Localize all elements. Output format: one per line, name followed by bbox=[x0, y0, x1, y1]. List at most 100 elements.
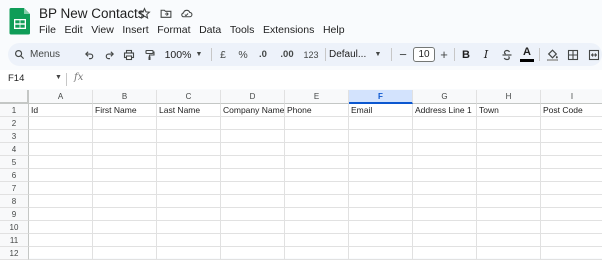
increase-font-size-button[interactable]: + bbox=[437, 43, 451, 66]
cell-d2[interactable] bbox=[221, 117, 285, 130]
cell-b4[interactable] bbox=[93, 143, 157, 156]
row-header-8[interactable]: 8 bbox=[0, 195, 29, 208]
cell-a5[interactable] bbox=[29, 156, 93, 169]
cell-b1[interactable]: First Name bbox=[93, 104, 157, 117]
cell-a11[interactable] bbox=[29, 234, 93, 247]
cell-f8[interactable] bbox=[349, 195, 413, 208]
row-header-10[interactable]: 10 bbox=[0, 221, 29, 234]
column-header-g[interactable]: G bbox=[413, 90, 477, 104]
star-icon[interactable] bbox=[137, 6, 152, 21]
cell-i12[interactable] bbox=[541, 247, 602, 260]
cell-c6[interactable] bbox=[157, 169, 221, 182]
cell-b9[interactable] bbox=[93, 208, 157, 221]
cell-c7[interactable] bbox=[157, 182, 221, 195]
cell-a10[interactable] bbox=[29, 221, 93, 234]
cell-g11[interactable] bbox=[413, 234, 477, 247]
cell-e4[interactable] bbox=[285, 143, 349, 156]
cell-d6[interactable] bbox=[221, 169, 285, 182]
fill-color-button[interactable] bbox=[544, 43, 560, 66]
menu-format[interactable]: Format bbox=[157, 24, 190, 36]
column-header-a[interactable]: A bbox=[29, 90, 93, 104]
cell-g8[interactable] bbox=[413, 195, 477, 208]
column-header-h[interactable]: H bbox=[477, 90, 541, 104]
cell-g12[interactable] bbox=[413, 247, 477, 260]
cell-f9[interactable] bbox=[349, 208, 413, 221]
paint-format-button[interactable] bbox=[142, 43, 158, 66]
menu-extensions[interactable]: Extensions bbox=[263, 24, 314, 36]
cell-b8[interactable] bbox=[93, 195, 157, 208]
cell-a4[interactable] bbox=[29, 143, 93, 156]
cell-e11[interactable] bbox=[285, 234, 349, 247]
cell-h11[interactable] bbox=[477, 234, 541, 247]
cell-e10[interactable] bbox=[285, 221, 349, 234]
search-menus-button[interactable]: Menus bbox=[14, 43, 74, 66]
merge-cells-button[interactable] bbox=[586, 43, 602, 66]
cell-d7[interactable] bbox=[221, 182, 285, 195]
cell-h4[interactable] bbox=[477, 143, 541, 156]
zoom-select[interactable]: 100% bbox=[164, 43, 192, 66]
cell-a3[interactable] bbox=[29, 130, 93, 143]
cell-a2[interactable] bbox=[29, 117, 93, 130]
print-button[interactable] bbox=[121, 43, 137, 66]
cell-a1[interactable]: Id bbox=[29, 104, 93, 117]
cell-i5[interactable] bbox=[541, 156, 602, 169]
cell-a7[interactable] bbox=[29, 182, 93, 195]
cell-c2[interactable] bbox=[157, 117, 221, 130]
column-header-c[interactable]: C bbox=[157, 90, 221, 104]
sheets-logo-icon[interactable] bbox=[9, 7, 31, 35]
cell-c9[interactable] bbox=[157, 208, 221, 221]
cell-a8[interactable] bbox=[29, 195, 93, 208]
cell-h1[interactable]: Town bbox=[477, 104, 541, 117]
cell-f11[interactable] bbox=[349, 234, 413, 247]
cell-g10[interactable] bbox=[413, 221, 477, 234]
formula-input[interactable] bbox=[92, 72, 592, 87]
cell-h6[interactable] bbox=[477, 169, 541, 182]
row-header-4[interactable]: 4 bbox=[0, 143, 29, 156]
cell-b10[interactable] bbox=[93, 221, 157, 234]
row-header-11[interactable]: 11 bbox=[0, 234, 29, 247]
column-header-e[interactable]: E bbox=[285, 90, 349, 104]
cell-g6[interactable] bbox=[413, 169, 477, 182]
cell-e3[interactable] bbox=[285, 130, 349, 143]
cell-a12[interactable] bbox=[29, 247, 93, 260]
cell-c4[interactable] bbox=[157, 143, 221, 156]
cell-d8[interactable] bbox=[221, 195, 285, 208]
cell-b5[interactable] bbox=[93, 156, 157, 169]
select-all-corner[interactable] bbox=[0, 90, 29, 104]
cell-b7[interactable] bbox=[93, 182, 157, 195]
cell-i4[interactable] bbox=[541, 143, 602, 156]
column-header-d[interactable]: D bbox=[221, 90, 285, 104]
column-header-f[interactable]: F bbox=[349, 90, 413, 104]
menu-tools[interactable]: Tools bbox=[230, 24, 255, 36]
cell-f6[interactable] bbox=[349, 169, 413, 182]
cell-e8[interactable] bbox=[285, 195, 349, 208]
cell-g1[interactable]: Address Line 1 bbox=[413, 104, 477, 117]
cell-g3[interactable] bbox=[413, 130, 477, 143]
cell-h5[interactable] bbox=[477, 156, 541, 169]
cell-e1[interactable]: Phone bbox=[285, 104, 349, 117]
cell-c3[interactable] bbox=[157, 130, 221, 143]
cell-e9[interactable] bbox=[285, 208, 349, 221]
cell-d11[interactable] bbox=[221, 234, 285, 247]
menu-insert[interactable]: Insert bbox=[122, 24, 148, 36]
cell-g9[interactable] bbox=[413, 208, 477, 221]
column-header-i[interactable]: I bbox=[541, 90, 602, 104]
cell-g2[interactable] bbox=[413, 117, 477, 130]
redo-button[interactable] bbox=[101, 43, 117, 66]
decrease-decimal-button[interactable]: .0 bbox=[254, 43, 272, 66]
cell-b6[interactable] bbox=[93, 169, 157, 182]
row-header-12[interactable]: 12 bbox=[0, 247, 29, 260]
text-color-button[interactable]: A bbox=[519, 43, 535, 66]
cell-a6[interactable] bbox=[29, 169, 93, 182]
format-percent-button[interactable]: % bbox=[236, 43, 250, 66]
row-header-9[interactable]: 9 bbox=[0, 208, 29, 221]
font-size-input-wrap[interactable]: 10 bbox=[413, 43, 435, 66]
cell-i10[interactable] bbox=[541, 221, 602, 234]
row-header-3[interactable]: 3 bbox=[0, 130, 29, 143]
cell-b12[interactable] bbox=[93, 247, 157, 260]
row-header-7[interactable]: 7 bbox=[0, 182, 29, 195]
cell-i2[interactable] bbox=[541, 117, 602, 130]
undo-button[interactable] bbox=[81, 43, 97, 66]
cell-d12[interactable] bbox=[221, 247, 285, 260]
move-folder-icon[interactable] bbox=[158, 6, 173, 21]
